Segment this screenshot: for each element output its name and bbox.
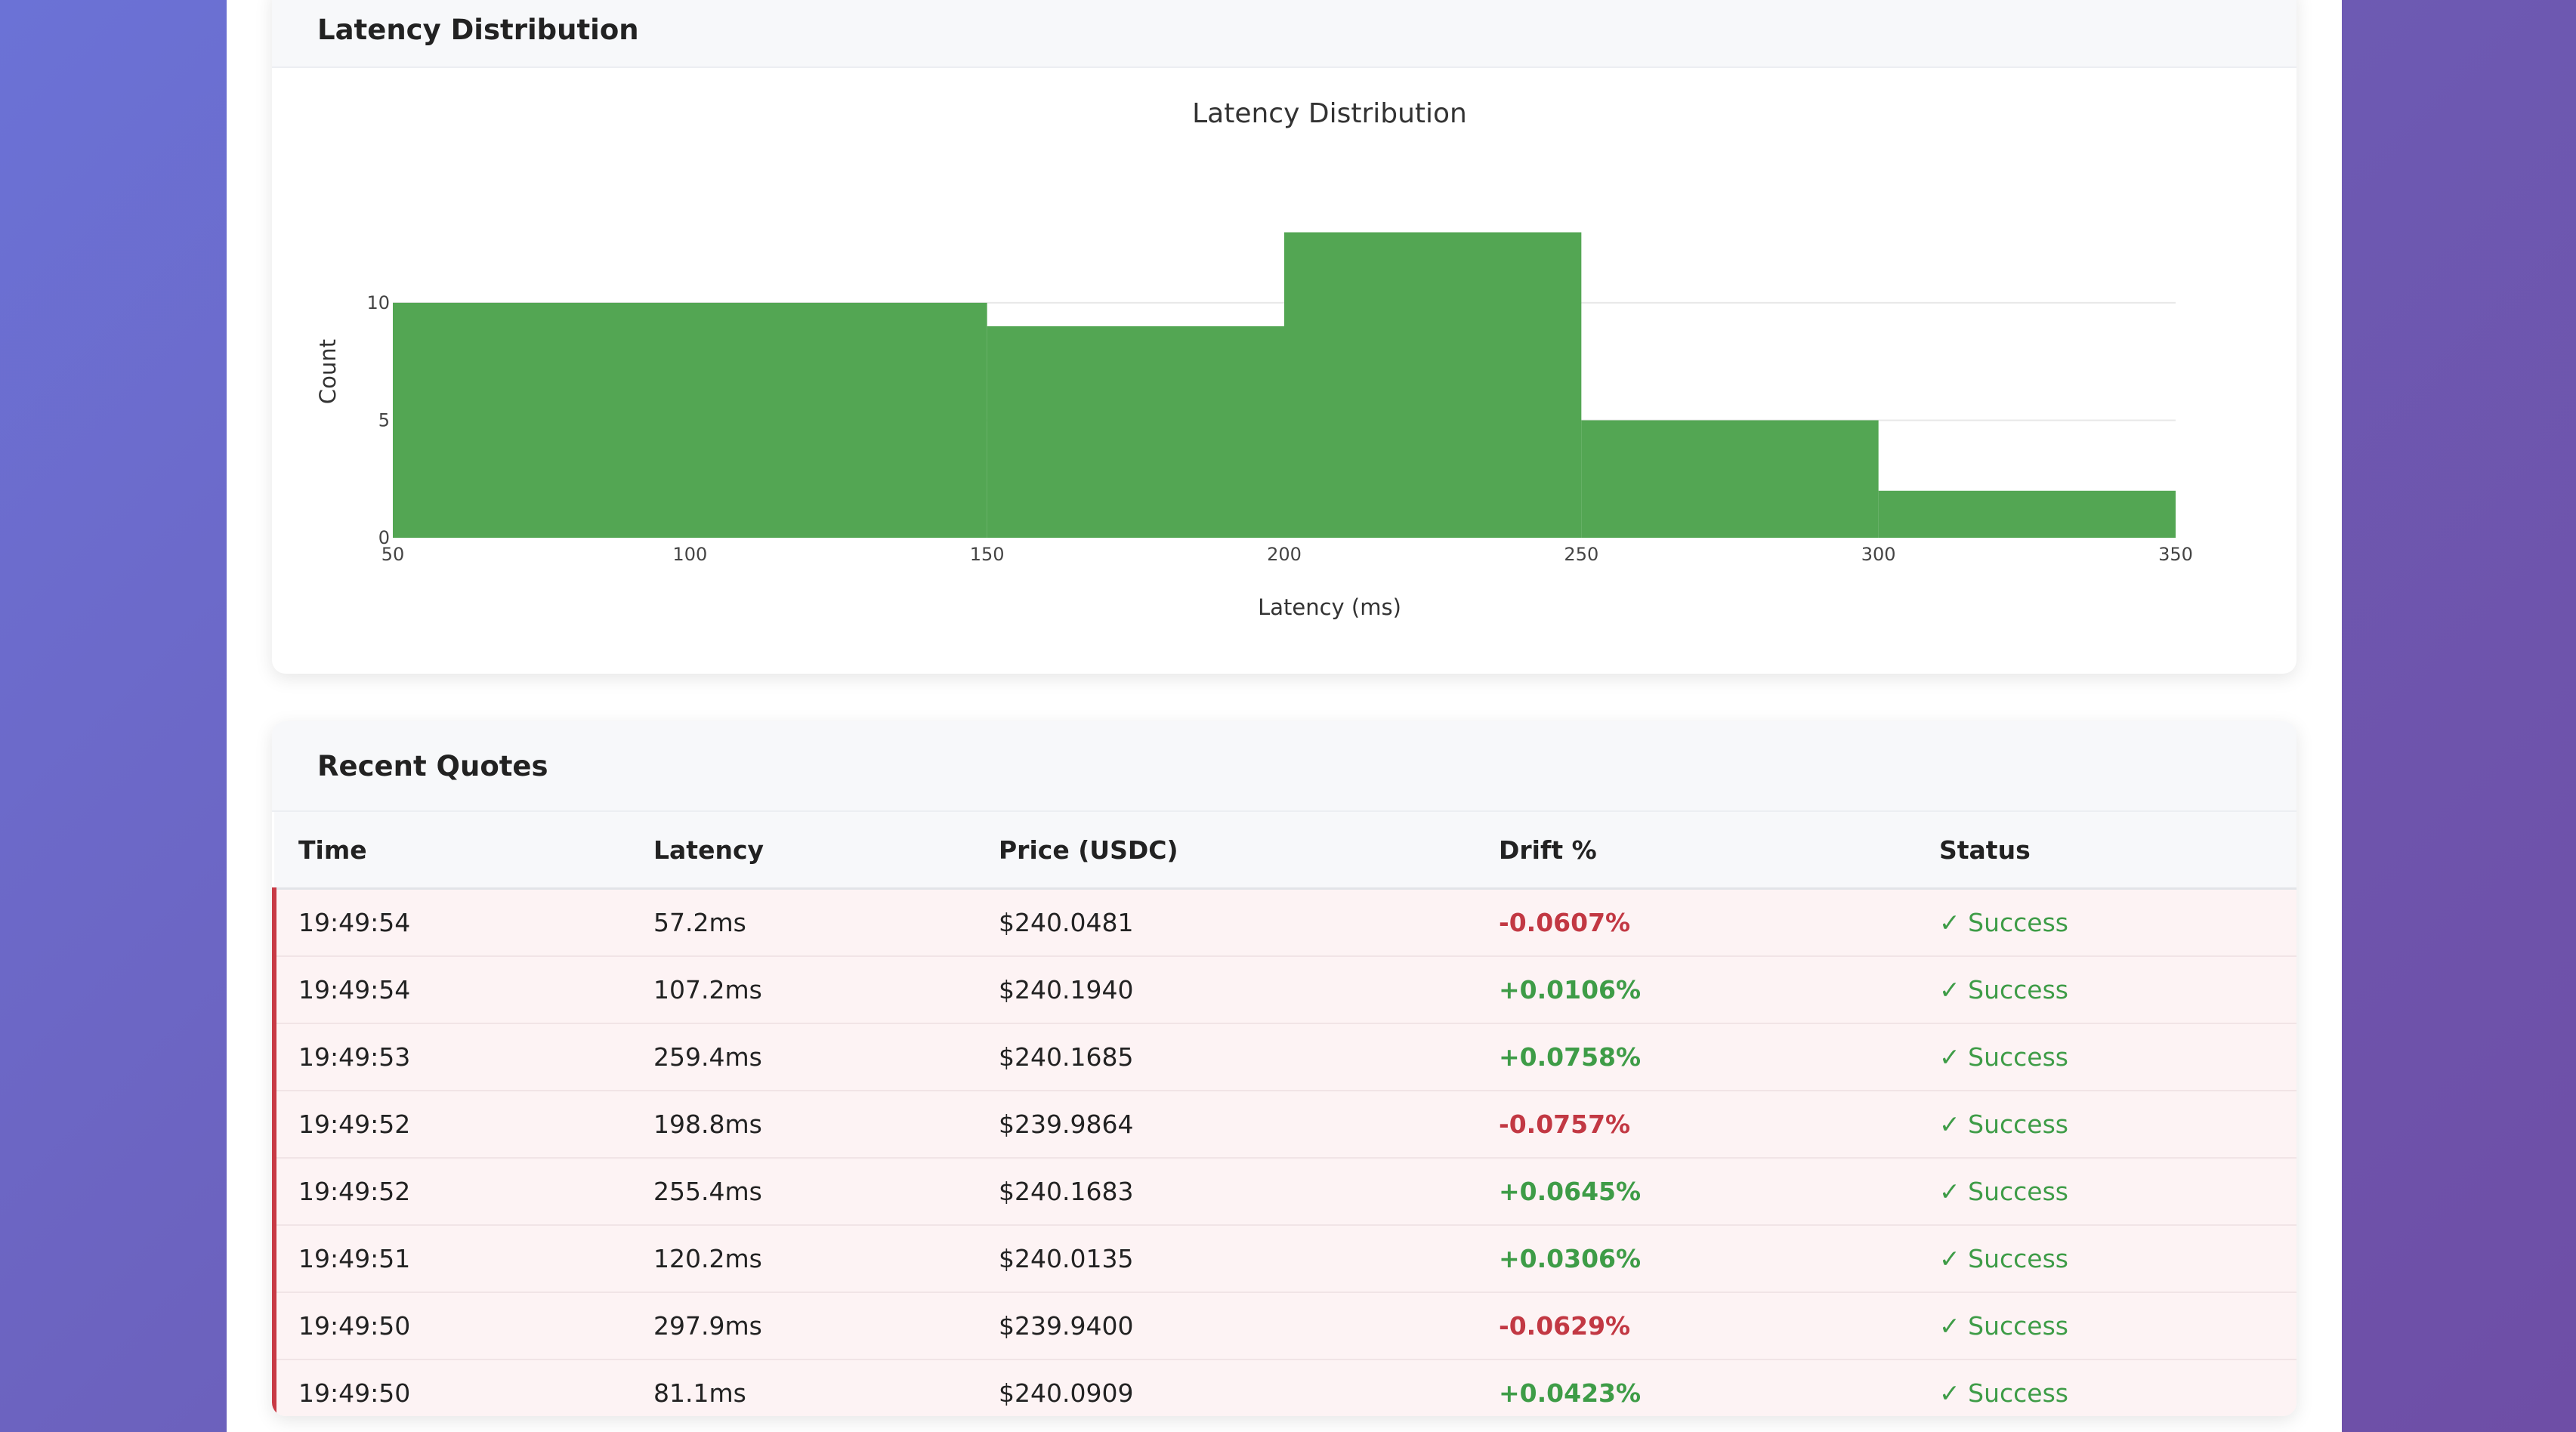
column-header-price[interactable]: Price (USDC) [999,812,1499,890]
cell-latency: 255.4ms [653,1157,999,1226]
cell-latency: 107.2ms [653,955,999,1024]
cell-status: ✓ Success [1939,1157,2296,1226]
x-tick-label: 350 [2158,544,2193,565]
cell-drift: -0.0629% [1499,1292,1939,1360]
cell-drift: +0.0423% [1499,1359,1939,1416]
cell-drift: +0.0645% [1499,1157,1939,1226]
y-tick-label: 0 [378,527,390,548]
cell-price: $239.9864 [999,1090,1499,1159]
cell-drift: -0.0757% [1499,1090,1939,1159]
cell-drift: +0.0306% [1499,1224,1939,1293]
cell-latency: 198.8ms [653,1090,999,1159]
latency-card-header: Latency Distribution [272,0,2296,68]
cell-latency: 81.1ms [653,1359,999,1416]
table-row[interactable]: 19:49:50 81.1ms $240.0909 +0.0423% ✓ Success [272,1359,2296,1416]
cell-latency: 57.2ms [653,888,999,957]
cell-status: ✓ Success [1939,1023,2296,1091]
cell-latency: 120.2ms [653,1224,999,1293]
cell-time: 19:49:52 [272,1157,653,1226]
cell-time: 19:49:53 [272,1023,653,1091]
cell-status: ✓ Success [1939,1224,2296,1293]
cell-price: $240.1940 [999,955,1499,1024]
quotes-card-title: Recent Quotes [317,749,548,782]
latency-distribution-card: Latency Distribution Latency Distributio… [272,0,2296,674]
quotes-table-body: 19:49:54 57.2ms $240.0481 -0.0607% ✓ Success… [272,888,2296,1416]
column-header-status[interactable]: Status [1939,812,2296,890]
cell-status: ✓ Success [1939,888,2296,957]
x-tick-label: 200 [1267,544,1302,565]
latency-histogram-chart: Latency Distribution50 100 150 200 250 300 350… [315,98,2193,620]
cell-time: 19:49:50 [272,1359,653,1416]
table-row[interactable]: 19:49:52 255.4ms $240.1683 +0.0645% ✓ Succes… [272,1157,2296,1226]
cell-price: $239.9400 [999,1292,1499,1360]
main-page: Latency Distribution Latency Distributio… [227,0,2342,1432]
cell-status: ✓ Success [1939,1090,2296,1159]
table-row[interactable]: 19:49:54 57.2ms $240.0481 -0.0607% ✓ Success [272,888,2296,957]
table-row[interactable]: 19:49:51 120.2ms $240.0135 +0.0306% ✓ Succes… [272,1224,2296,1293]
cell-time: 19:49:52 [272,1090,653,1159]
table-row[interactable]: 19:49:53 259.4ms $240.1685 +0.0758% ✓ Succes… [272,1023,2296,1091]
cell-price: $240.1683 [999,1157,1499,1226]
histogram-bar [1878,490,2176,538]
cell-price: $240.0135 [999,1224,1499,1293]
cell-latency: 297.9ms [653,1292,999,1360]
x-axis-label: Latency (ms) [1258,594,1401,620]
column-header-drift[interactable]: Drift % [1499,812,1939,890]
cell-latency: 259.4ms [653,1023,999,1091]
quotes-card-header: Recent Quotes [272,721,2296,812]
cell-drift: -0.0607% [1499,888,1939,957]
cell-price: $240.0481 [999,888,1499,957]
recent-quotes-card: Recent Quotes Time Latency Price (USDC) … [272,721,2296,1416]
y-axis-label: Count [315,339,341,404]
cell-drift: +0.0758% [1499,1023,1939,1091]
table-row[interactable]: 19:49:54 107.2ms $240.1940 +0.0106% ✓ Succes… [272,955,2296,1024]
latency-card-title: Latency Distribution [317,13,639,46]
x-tick-label: 250 [1564,544,1598,565]
cell-time: 19:49:54 [272,888,653,957]
cell-price: $240.1685 [999,1023,1499,1091]
x-tick-label: 150 [970,544,1005,565]
histogram-bar [1284,232,1582,538]
table-row[interactable]: 19:49:52 198.8ms $239.9864 -0.0757% ✓ Succes… [272,1090,2296,1159]
column-header-time[interactable]: Time [274,812,653,890]
y-tick-label: 10 [366,292,390,313]
cell-price: $240.0909 [999,1359,1499,1416]
quotes-table: Time Latency Price (USDC) Drift % Status… [272,812,2296,1416]
cell-status: ✓ Success [1939,955,2296,1024]
quotes-table-header-row: Time Latency Price (USDC) Drift % Status [274,812,2296,890]
cell-time: 19:49:54 [272,955,653,1024]
histogram-bar [393,302,987,538]
cell-time: 19:49:51 [272,1224,653,1293]
y-tick-label: 5 [378,409,390,431]
cell-status: ✓ Success [1939,1292,2296,1360]
histogram-bar [987,326,1284,538]
chart-title: Latency Distribution [1192,98,1467,129]
table-row[interactable]: 19:49:50 297.9ms $239.9400 -0.0629% ✓ Succes… [272,1292,2296,1360]
column-header-latency[interactable]: Latency [653,812,999,890]
histogram-bar [1581,420,1879,538]
x-tick-label: 100 [672,544,707,565]
x-tick-label: 300 [1861,544,1896,565]
cell-drift: +0.0106% [1499,955,1939,1024]
cell-time: 19:49:50 [272,1292,653,1360]
cell-status: ✓ Success [1939,1359,2296,1416]
